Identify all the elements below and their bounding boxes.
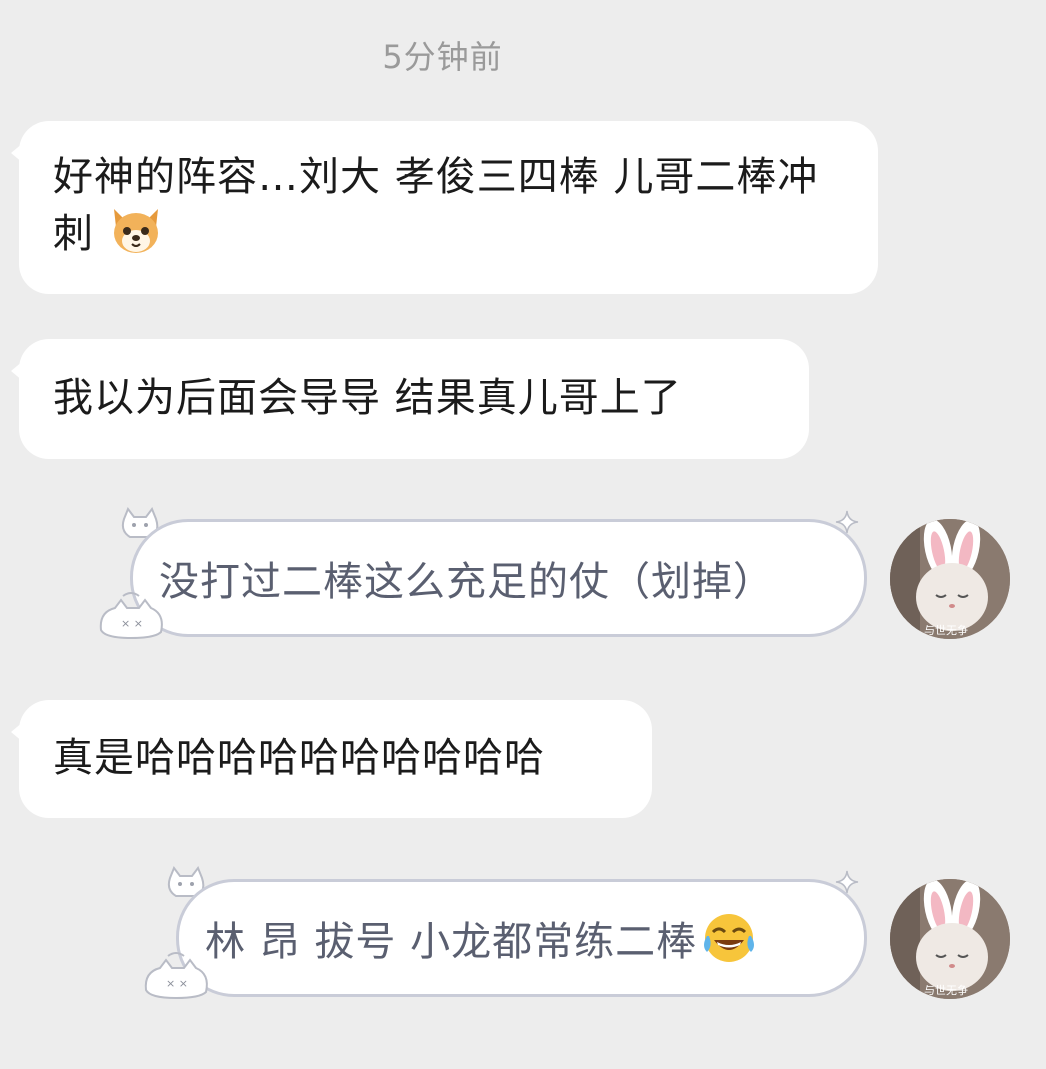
avatar-caption: 与世无争 bbox=[924, 984, 968, 997]
message-bubble-5[interactable]: 林 昂 拔号 小龙都常练二棒 bbox=[176, 879, 867, 997]
message-text: 没打过二棒这么充足的仗（划掉） bbox=[159, 559, 774, 605]
svg-text:× ×: × × bbox=[166, 977, 188, 990]
bunny-cat-avatar-icon bbox=[890, 519, 1010, 639]
bunny-cat-avatar-icon bbox=[890, 879, 1010, 999]
message-text: 真是哈哈哈哈哈哈哈哈哈哈 bbox=[53, 735, 545, 781]
dog-face-emoji-icon bbox=[113, 209, 158, 253]
tears-of-joy-emoji-icon bbox=[704, 914, 755, 962]
message-text: 我以为后面会导导 结果真儿哥上了 bbox=[53, 375, 682, 421]
timestamp: 5分钟前 bbox=[382, 38, 503, 76]
sleepy-cat-sticker-decoration-icon: × × bbox=[99, 592, 163, 640]
sleepy-cat-sticker-decoration-icon: × × bbox=[144, 952, 208, 1000]
message-text: 好神的阵容…刘大 孝俊三四棒 儿哥二棒冲刺 bbox=[53, 154, 819, 257]
svg-text:× ×: × × bbox=[121, 617, 143, 630]
avatar[interactable]: 与世无争 bbox=[890, 879, 1010, 999]
message-bubble-2[interactable]: 我以为后面会导导 结果真儿哥上了 bbox=[11, 339, 809, 459]
message-bubble-3[interactable]: 没打过二棒这么充足的仗（划掉） bbox=[130, 519, 867, 637]
message-bubble-4[interactable]: 真是哈哈哈哈哈哈哈哈哈哈 bbox=[11, 700, 652, 818]
message-text: 林 昂 拔号 小龙都常练二棒 bbox=[205, 919, 698, 965]
avatar-caption: 与世无争 bbox=[924, 624, 968, 637]
avatar[interactable]: 与世无争 bbox=[890, 519, 1010, 639]
message-bubble-1[interactable]: 好神的阵容…刘大 孝俊三四棒 儿哥二棒冲刺 bbox=[11, 121, 878, 294]
